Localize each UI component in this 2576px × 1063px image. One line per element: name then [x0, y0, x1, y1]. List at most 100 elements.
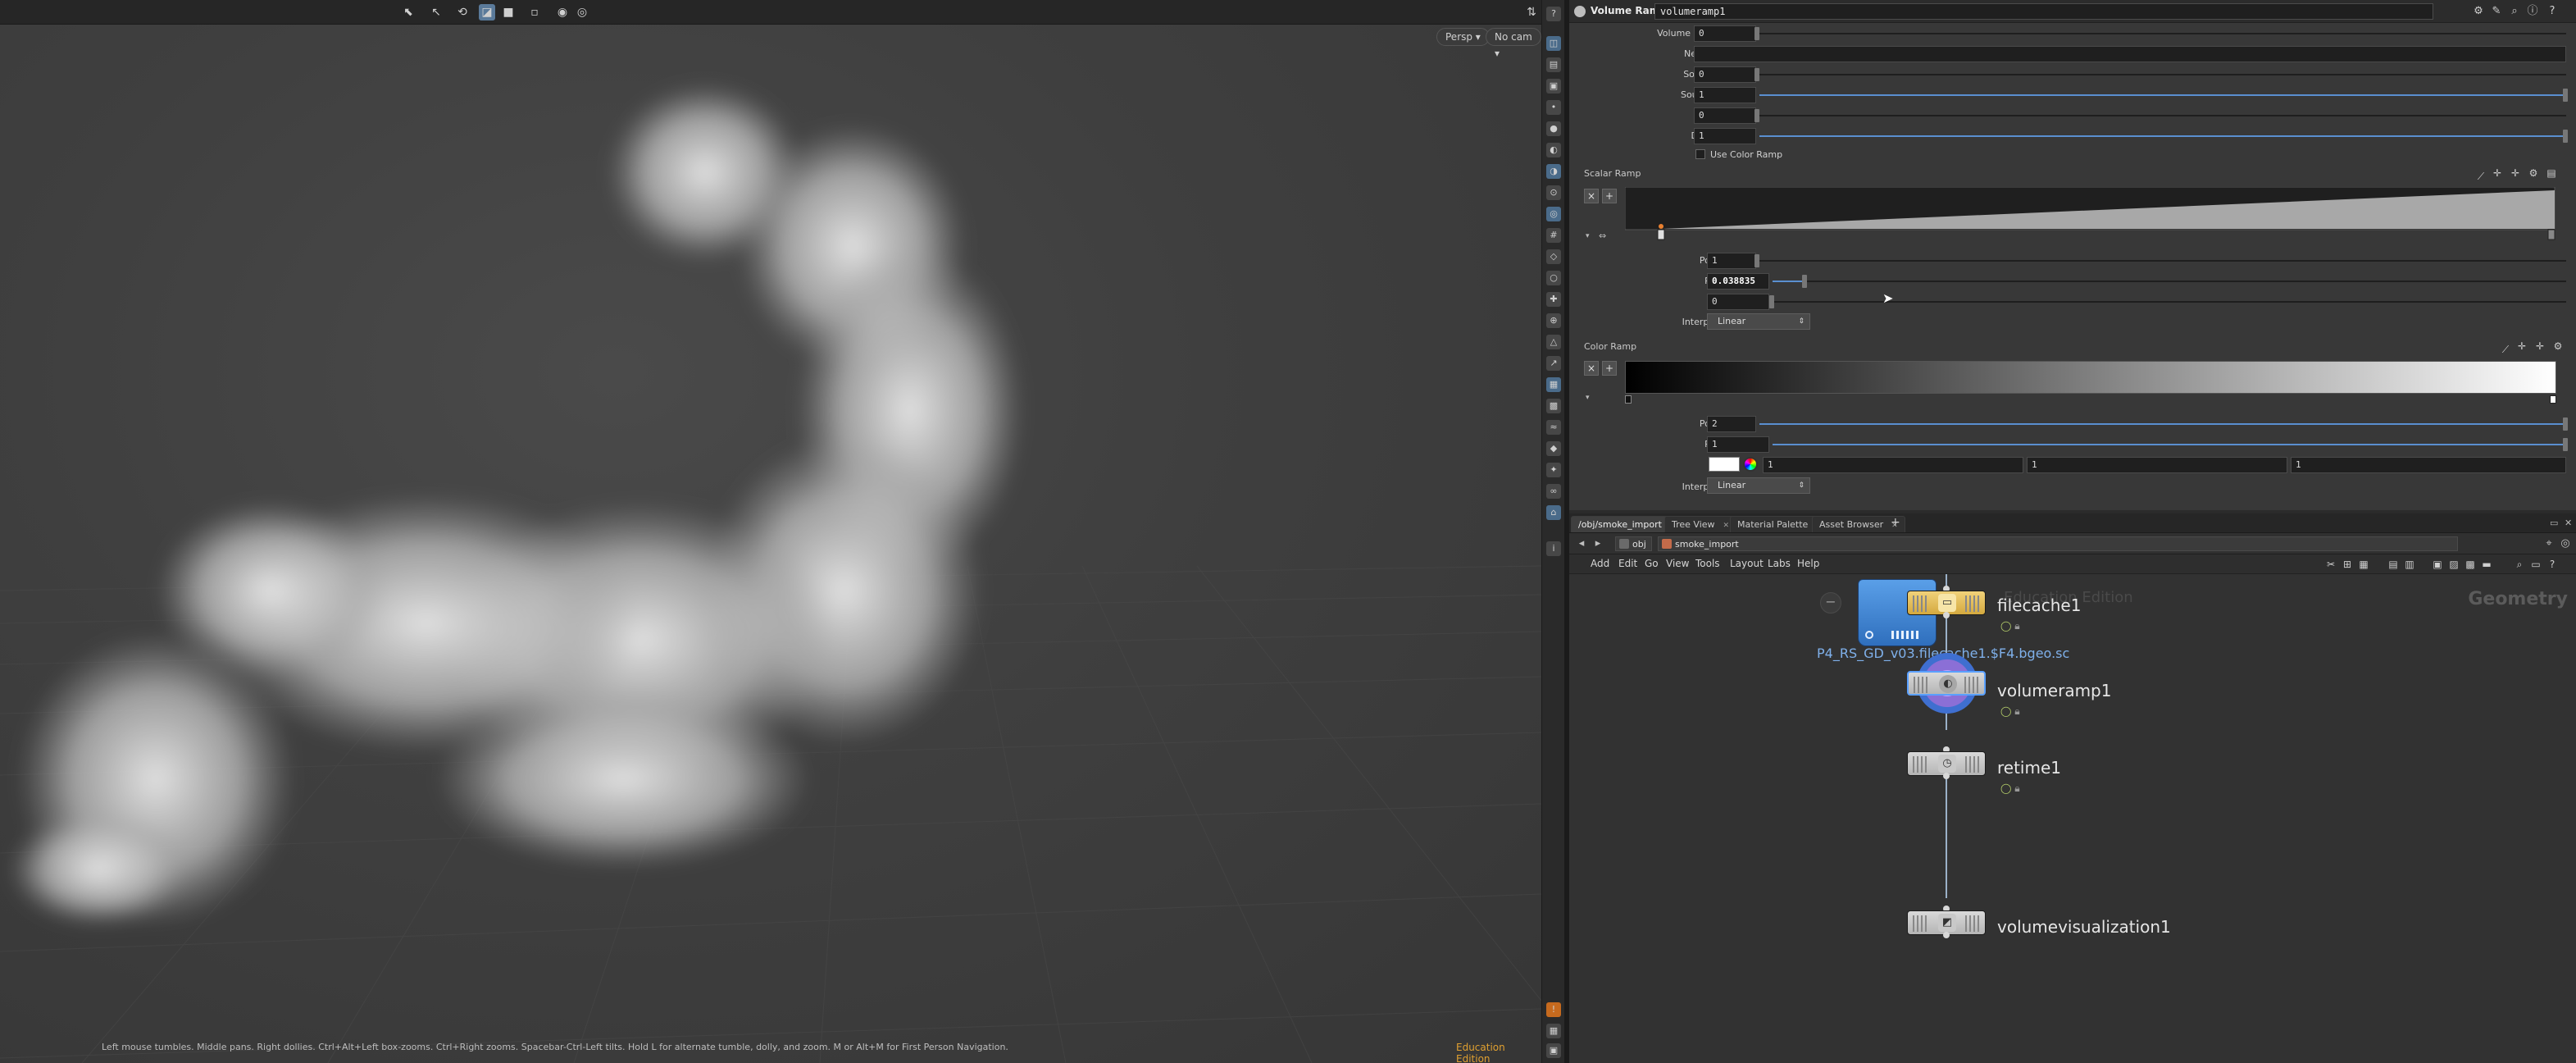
uv-icon[interactable]: ▦	[1546, 377, 1561, 392]
menu-help[interactable]: Help	[1797, 558, 1819, 569]
scalar-interp-dropdown[interactable]: Linear ⇕	[1707, 313, 1810, 330]
list-icon[interactable]: ▥	[2402, 557, 2417, 572]
color-ramp-move-icon[interactable]: ✛	[2515, 340, 2528, 353]
minus-icon[interactable]: −	[1820, 592, 1841, 614]
folder-icon[interactable]: ▬	[2479, 557, 2494, 572]
color-position-slider[interactable]	[1773, 444, 2566, 445]
display-options-icon[interactable]: ⇅	[1523, 4, 1540, 21]
grid-icon[interactable]: ▤	[2386, 557, 2401, 572]
new-name-field[interactable]	[1694, 46, 2566, 62]
link-icon[interactable]: ◎	[2558, 536, 2573, 551]
dest-min-field[interactable]: 0	[1694, 107, 1756, 124]
alert-icon[interactable]: !	[1546, 1002, 1561, 1017]
image-icon[interactable]: ▭	[2528, 557, 2543, 572]
color-ramp-edit-icon[interactable]: ⟋	[2499, 343, 2512, 356]
color-icon[interactable]: ◆	[1546, 441, 1561, 456]
ghost-icon[interactable]: ○	[1546, 271, 1561, 285]
menu-go[interactable]: Go	[1645, 558, 1659, 569]
menu-add[interactable]: Add	[1591, 558, 1609, 569]
search-icon[interactable]: ⌕	[2507, 4, 2522, 19]
sticky-note-icon[interactable]: ▨	[2446, 557, 2461, 572]
dest-max-slider[interactable]	[1759, 135, 2566, 137]
point-display-icon[interactable]: ⊙	[1546, 185, 1561, 200]
menu-layout[interactable]: Layout	[1730, 558, 1764, 569]
quad-view-icon[interactable]: ▦	[1546, 1024, 1561, 1038]
pin-icon[interactable]: •	[1546, 100, 1561, 115]
source-max-slider[interactable]	[1759, 94, 2566, 96]
shading-icon[interactable]: ●	[1546, 121, 1561, 136]
breadcrumb-smoke-import[interactable]: smoke_import	[1658, 536, 2458, 551]
dest-min-slider[interactable]	[1759, 115, 2566, 116]
ramp-move-icon[interactable]: ✛	[2491, 167, 2504, 180]
use-color-ramp-checkbox[interactable]	[1695, 149, 1705, 159]
lock-icon[interactable]: ▣	[1546, 79, 1561, 94]
color-swatch[interactable]	[1709, 457, 1740, 472]
edit-icon[interactable]: ✎	[2489, 4, 2504, 19]
ramp-edit-icon[interactable]: ⟋	[2474, 170, 2487, 183]
isolate-icon[interactable]: ⊕	[1546, 313, 1561, 328]
ramp-add-icon[interactable]: ✛	[2509, 167, 2522, 180]
tree-icon[interactable]: ⊞	[2340, 557, 2355, 572]
key-link-icon[interactable]: ⇔	[1599, 230, 1606, 241]
network-editor[interactable]: Education Edition Geometry − ▭ filecache…	[1569, 574, 2576, 1063]
color-ramp-key-2[interactable]	[2550, 395, 2556, 404]
snap-icon[interactable]: ▣	[2430, 557, 2445, 572]
transform-tool-icon[interactable]: ↖	[428, 4, 444, 21]
gear-icon[interactable]: ⚙	[2471, 4, 2486, 19]
ramp-remove-button[interactable]: ×	[1584, 189, 1599, 203]
color-point-no-slider[interactable]	[1759, 423, 2566, 425]
rotate-tool-icon[interactable]: ⟲	[454, 4, 471, 21]
grid-icon[interactable]: #	[1546, 228, 1561, 243]
selection-icon[interactable]: ✚	[1546, 292, 1561, 307]
color-ramp-editor[interactable]	[1625, 361, 2556, 394]
node-name-field[interactable]: volumeramp1	[1654, 3, 2433, 20]
close-icon[interactable]: ✕	[1723, 522, 1730, 530]
pane-close-icon[interactable]: ✕	[2565, 518, 2572, 528]
fog-icon[interactable]: ≈	[1546, 420, 1561, 435]
wire-icon[interactable]: △	[1546, 335, 1561, 349]
texture-icon[interactable]: ▩	[1546, 399, 1561, 413]
scalar-point-no-slider[interactable]	[1759, 260, 2566, 262]
pose-tool-icon[interactable]: ■	[500, 4, 517, 21]
vector-icon[interactable]: ↗	[1546, 356, 1561, 371]
color-ramp-add-button[interactable]: +	[1602, 361, 1617, 376]
scalar-value-handle[interactable]	[1769, 295, 1774, 308]
breadcrumb-obj[interactable]: obj	[1615, 536, 1652, 551]
help-icon[interactable]: ?	[1546, 7, 1561, 21]
pin-icon[interactable]: ⌖	[2542, 536, 2556, 551]
help-icon[interactable]: ?	[2545, 557, 2560, 572]
scene-viewport[interactable]: ⬉ ↖ ⟲ ◪ ■ ▫ ◉ ◎ ⇅ Persp ▾ No cam ▾ Left …	[0, 0, 1541, 1063]
menu-view[interactable]: View	[1666, 558, 1689, 569]
normal-display-icon[interactable]: ◎	[1546, 207, 1561, 221]
color-ramp-gear-icon[interactable]: ⚙	[2551, 340, 2565, 353]
node-volumeramp1[interactable]: ◐	[1907, 671, 1986, 696]
dest-min-handle[interactable]	[1755, 109, 1759, 122]
camera-lock-icon[interactable]: ⌂	[1546, 505, 1561, 520]
add-tab-icon[interactable]: +	[1891, 516, 1900, 529]
volume-primitive-handle[interactable]	[1755, 27, 1759, 40]
color-collapse-arrow-icon[interactable]: ▾	[1586, 394, 1590, 402]
color-r-field[interactable]: 1	[1763, 457, 2023, 473]
color-ramp-key-1[interactable]	[1625, 395, 1632, 404]
color-position-field[interactable]: 1	[1707, 436, 1769, 453]
tools-icon[interactable]: ✦	[1546, 463, 1561, 477]
render-icon[interactable]: ◉	[554, 4, 571, 21]
pane-menu-icon[interactable]: ▭	[2550, 518, 2558, 528]
source-max-field[interactable]: 1	[1694, 87, 1756, 103]
ramp-add-button[interactable]: +	[1602, 189, 1617, 203]
note-icon[interactable]: ▦	[2356, 557, 2371, 572]
scalar-point-no-handle[interactable]	[1755, 254, 1759, 267]
wrench-icon[interactable]: ✂	[2323, 557, 2338, 572]
source-min-handle[interactable]	[1755, 68, 1759, 81]
volume-primitive-slider[interactable]	[1759, 33, 2566, 34]
color-ramp-add-icon[interactable]: ✛	[2533, 340, 2546, 353]
forward-icon[interactable]: ▸	[1591, 536, 1605, 551]
color-g-field[interactable]: 1	[2027, 457, 2287, 473]
ramp-view-icon[interactable]: ▤	[2545, 167, 2558, 180]
network-box-icon[interactable]: ▩	[2463, 557, 2478, 572]
menu-edit[interactable]: Edit	[1618, 558, 1637, 569]
ramp-gear-icon[interactable]: ⚙	[2527, 167, 2540, 180]
dest-max-field[interactable]: 1	[1694, 128, 1756, 144]
back-icon[interactable]: ◂	[1574, 536, 1589, 551]
zoom-icon[interactable]: ⌕	[2512, 557, 2527, 572]
